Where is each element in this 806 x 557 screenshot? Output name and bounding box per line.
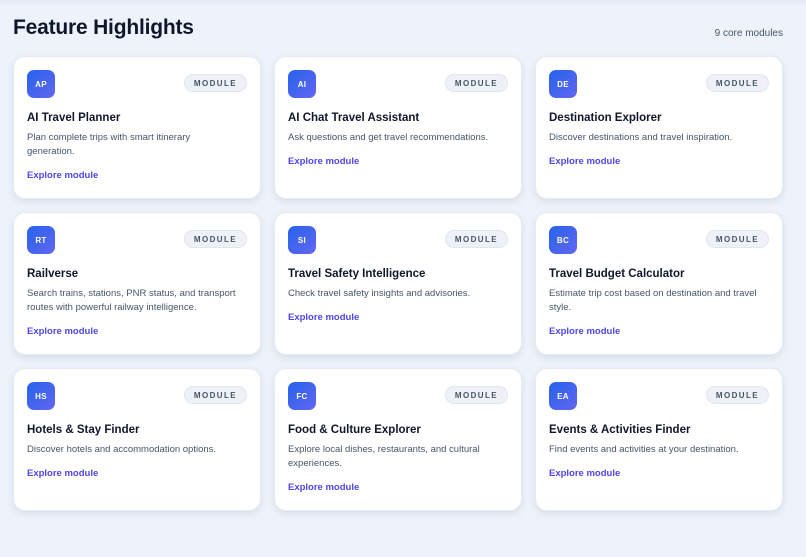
module-initials-icon: FC [288,382,316,410]
module-tag: MODULE [183,74,247,92]
module-initials-icon: EA [549,382,577,410]
card-title: Travel Budget Calculator [549,268,685,280]
module-count: 9 core modules [714,28,783,39]
card-description: Find events and activities at your desti… [549,444,739,455]
card-title: Food & Culture Explorer [288,424,421,436]
module-initials-icon: RT [27,226,55,254]
card-description: Check travel safety insights and advisor… [288,288,471,299]
card-title: Hotels & Stay Finder [27,424,140,436]
card-description: Explore local dishes, restaurants, and c… [288,444,480,469]
explore-module-link[interactable]: Explore module [549,156,620,167]
card-description: Plan complete trips with smart itinerary… [27,132,191,157]
card-title: Events & Activities Finder [549,424,691,436]
explore-module-link[interactable]: Explore module [288,312,359,323]
feature-card-ai-chat-travel-assistant[interactable]: AI MODULE AI Chat Travel Assistant Ask q… [274,56,522,199]
module-initials-icon: AP [27,70,55,98]
module-initials-icon: SI [288,226,316,254]
card-title: AI Chat Travel Assistant [288,112,420,124]
explore-module-link[interactable]: Explore module [27,326,98,337]
module-tag: MODULE [705,386,769,404]
module-tag: MODULE [444,230,508,248]
explore-module-link[interactable]: Explore module [288,156,359,167]
module-tag: MODULE [183,230,247,248]
card-description: Discover destinations and travel inspira… [549,132,733,143]
card-description: Ask questions and get travel recommendat… [288,132,489,143]
card-title: Travel Safety Intelligence [288,268,426,280]
feature-card-railverse[interactable]: RT MODULE Railverse Search trains, stati… [13,212,261,355]
feature-card-destination-explorer[interactable]: DE MODULE Destination Explorer Discover … [535,56,783,199]
section-header: Feature Highlights 9 core modules [13,16,783,48]
feature-card-food-culture-explorer[interactable]: FC MODULE Food & Culture Explorer Explor… [274,368,522,511]
module-tag: MODULE [183,386,247,404]
module-initials-icon: AI [288,70,316,98]
feature-card-events-activities-finder[interactable]: EA MODULE Events & Activities Finder Fin… [535,368,783,511]
module-initials-icon: BC [549,226,577,254]
card-title: Destination Explorer [549,112,662,124]
feature-card-travel-safety-intelligence[interactable]: SI MODULE Travel Safety Intelligence Che… [274,212,522,355]
feature-card-ai-travel-planner[interactable]: AP MODULE AI Travel Planner Plan complet… [13,56,261,199]
module-tag: MODULE [705,74,769,92]
card-title: Railverse [27,268,79,280]
explore-module-link[interactable]: Explore module [288,482,359,493]
card-description: Estimate trip cost based on destination … [549,288,757,313]
feature-grid: AP MODULE AI Travel Planner Plan complet… [13,56,783,511]
page-title: Feature Highlights [13,16,194,39]
module-tag: MODULE [444,74,508,92]
module-initials-icon: DE [549,70,577,98]
explore-module-link[interactable]: Explore module [27,468,98,479]
card-title: AI Travel Planner [27,112,121,124]
card-description: Search trains, stations, PNR status, and… [27,288,236,313]
module-tag: MODULE [444,386,508,404]
top-shadow [0,0,806,8]
explore-module-link[interactable]: Explore module [549,326,620,337]
feature-card-hotels-stay-finder[interactable]: HS MODULE Hotels & Stay Finder Discover … [13,368,261,511]
feature-card-travel-budget-calculator[interactable]: BC MODULE Travel Budget Calculator Estim… [535,212,783,355]
explore-module-link[interactable]: Explore module [27,170,98,181]
module-initials-icon: HS [27,382,55,410]
card-description: Discover hotels and accommodation option… [27,444,217,455]
module-tag: MODULE [705,230,769,248]
explore-module-link[interactable]: Explore module [549,468,620,479]
